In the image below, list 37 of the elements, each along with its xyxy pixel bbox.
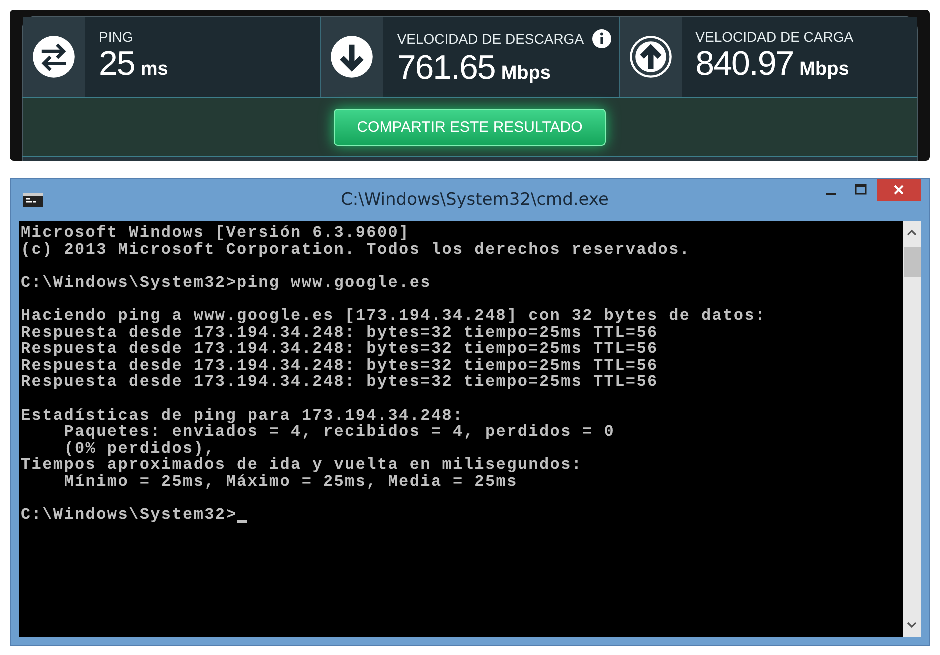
console-line: Mínimo = 25ms, Máximo = 25ms, Media = 25ms xyxy=(63,474,519,490)
metric-unit: ms xyxy=(140,59,168,81)
close-icon xyxy=(893,184,905,196)
share-result-button[interactable]: COMPARTIR ESTE RESULTADO xyxy=(334,108,606,146)
metric-label: PING xyxy=(99,29,134,45)
maximize-icon xyxy=(855,184,867,196)
window-title: C:\Windows\System32\cmd.exe xyxy=(340,190,610,210)
metric-value: 840.97 xyxy=(696,45,794,84)
metric-unit: Mbps xyxy=(501,63,551,85)
metric-unit: Mbps xyxy=(800,59,850,81)
vertical-scrollbar[interactable] xyxy=(903,221,921,637)
console-line: Respuesta desde 173.194.34.248: bytes=32 tiempo=25ms TTL=56 xyxy=(21,358,660,374)
console-line: (0% perdidos), xyxy=(64,440,216,458)
console-prompt: C:\Windows\System32> xyxy=(21,507,238,524)
text-cursor xyxy=(237,520,248,523)
info-icon[interactable] xyxy=(592,29,612,49)
swap-arrows-icon xyxy=(32,35,76,79)
console-app-icon xyxy=(23,193,43,207)
console-line: Microsoft Windows [Versión 6.3.9600] xyxy=(21,225,411,242)
console-line: Tiempos aproximados de ida y vuelta en milisegundos: xyxy=(21,457,584,474)
console-line: Paquetes: enviados = 4, recibidos = 4, perdidos = 0 xyxy=(63,424,616,441)
console-line: Respuesta desde 173.194.34.248: bytes=32 tiempo=25ms TTL=56 xyxy=(21,324,660,342)
metric-value: 761.65 xyxy=(397,49,496,88)
console-line: (c) 2013 Microsoft Corporation. Todos los derechos reservados. xyxy=(21,242,692,258)
console-line: C:\Windows\System32>ping www.google.es xyxy=(21,274,432,292)
metric-label: VELOCIDAD DE CARGA xyxy=(696,29,854,45)
console-line: Respuesta desde 173.194.34.248: bytes=32 tiempo=25ms TTL=56 xyxy=(21,374,660,391)
minimize-icon xyxy=(825,193,837,195)
close-button[interactable] xyxy=(877,179,921,201)
scroll-down-icon[interactable] xyxy=(907,621,917,629)
metric-label: VELOCIDAD DE DESCARGA xyxy=(397,31,584,47)
console-line: Estadísticas de ping para 173.194.34.248: xyxy=(21,408,465,424)
scrollbar-thumb[interactable] xyxy=(904,247,920,277)
scroll-up-icon[interactable] xyxy=(907,229,917,237)
metric-value: 25 xyxy=(99,45,135,84)
console-line: Haciendo ping a www.google.es [173.194.34.248] con 32 bytes de datos: xyxy=(21,308,768,325)
console-line: Respuesta desde 173.194.34.248: bytes=32 tiempo=25ms TTL=56 xyxy=(21,341,660,358)
